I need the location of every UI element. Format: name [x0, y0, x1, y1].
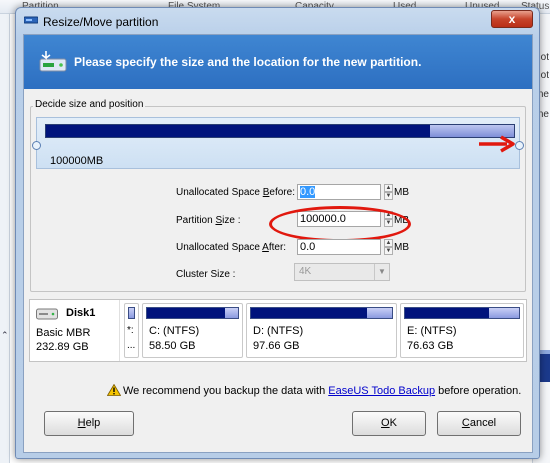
unit-label: MB: [394, 242, 409, 253]
resize-partition-icon: [39, 51, 67, 72]
disk-size: 232.89 GB: [36, 341, 89, 353]
partition-slider-area[interactable]: 100000MB: [32, 117, 524, 169]
partition-free-segment: [366, 308, 392, 318]
disk-info: Disk1 Basic MBR 232.89 GB: [30, 300, 120, 361]
red-arrow-annotation-icon: [479, 135, 515, 153]
partition-free-segment: [489, 308, 519, 318]
spin-up-icon[interactable]: ▲: [384, 239, 393, 247]
partition-usage-bar: [146, 307, 239, 319]
partition-size-bar[interactable]: [45, 124, 515, 138]
dialog-client-area: Please specify the size and the location…: [23, 34, 533, 453]
resize-move-dialog: Resize/Move partition x Please specify t…: [15, 7, 540, 459]
unallocated-before-label: Unallocated Space Before:: [176, 187, 295, 198]
partition-block-e[interactable]: E: (NTFS) 76.63 GB: [400, 303, 524, 358]
ok-button[interactable]: OK: [352, 411, 426, 436]
bg-collapse-chevron-icon: ⌃: [1, 330, 9, 340]
partition-size-label: 100000MB: [50, 155, 104, 167]
unallocated-before-input[interactable]: 0.0: [297, 184, 381, 200]
dialog-titlebar[interactable]: Resize/Move partition x: [16, 8, 539, 34]
disk-name: Disk1: [66, 307, 96, 319]
cluster-size-label: Cluster Size :: [176, 269, 236, 280]
unallocated-after-label: Unallocated Space After:: [176, 242, 287, 253]
cluster-size-value: 4K: [299, 266, 312, 277]
unallocated-bar: [128, 307, 135, 319]
partition-free-segment: [225, 308, 238, 318]
partition-size-field-label: Partition Size :: [176, 215, 241, 226]
red-circle-annotation: [269, 206, 411, 242]
size-position-group: Decide size and position 100000MB: [30, 99, 526, 292]
instruction-banner: Please specify the size and the location…: [24, 35, 532, 89]
disk-type: Basic MBR: [36, 327, 91, 339]
partition-name: D: (NTFS): [253, 325, 304, 337]
partition-usage-bar: [250, 307, 393, 319]
cancel-button[interactable]: Cancel: [437, 411, 521, 436]
close-button[interactable]: x: [491, 10, 533, 28]
unallocated-after-stepper[interactable]: 0.0 ▲ ▼: [297, 239, 395, 255]
group-label: Decide size and position: [33, 99, 146, 110]
cluster-size-select[interactable]: 4K ▼: [294, 263, 390, 281]
unallocated-size: ...: [127, 340, 136, 351]
backup-warning: We recommend you backup the data with Ea…: [107, 384, 521, 397]
background-left-panel: [0, 14, 10, 463]
spin-down-icon[interactable]: ▼: [384, 247, 393, 255]
banner-text: Please specify the size and the location…: [74, 55, 422, 69]
help-button[interactable]: Help: [44, 411, 134, 436]
partition-name: E: (NTFS): [407, 325, 457, 337]
partition-usage-bar: [404, 307, 520, 319]
hard-disk-icon: [36, 308, 58, 320]
spin-down-icon[interactable]: ▼: [384, 192, 393, 200]
dialog-title: Resize/Move partition: [43, 15, 159, 29]
bg-status-text: ot: [540, 52, 549, 63]
unallocated-before-stepper[interactable]: 0.0 ▲ ▼: [297, 184, 395, 200]
warning-text-after: before operation.: [435, 385, 522, 397]
unallocated-after-input[interactable]: 0.0: [297, 239, 381, 255]
partition-block-d[interactable]: D: (NTFS) 97.66 GB: [246, 303, 397, 358]
partition-app-icon: [24, 16, 38, 24]
unit-label: MB: [394, 187, 409, 198]
chevron-down-icon[interactable]: ▼: [374, 264, 389, 280]
partition-size: 97.66 GB: [253, 340, 300, 352]
partition-size: 76.63 GB: [407, 340, 454, 352]
unallocated-name: *:: [127, 325, 134, 336]
left-resize-handle[interactable]: [32, 141, 41, 150]
partition-block-c[interactable]: C: (NTFS) 58.50 GB: [142, 303, 243, 358]
disk-map-panel: Disk1 Basic MBR 232.89 GB *: ... C: (NTF…: [29, 299, 527, 362]
bg-status-text: ot: [540, 70, 549, 81]
warning-text-before: We recommend you backup the data with: [123, 385, 329, 397]
partition-size: 58.50 GB: [149, 340, 196, 352]
partition-name: C: (NTFS): [149, 325, 200, 337]
spin-up-icon[interactable]: ▲: [384, 184, 393, 192]
warning-icon: [107, 384, 121, 396]
todo-backup-link[interactable]: EaseUS Todo Backup: [328, 385, 435, 397]
unallocated-partition-block[interactable]: *: ...: [124, 303, 139, 358]
